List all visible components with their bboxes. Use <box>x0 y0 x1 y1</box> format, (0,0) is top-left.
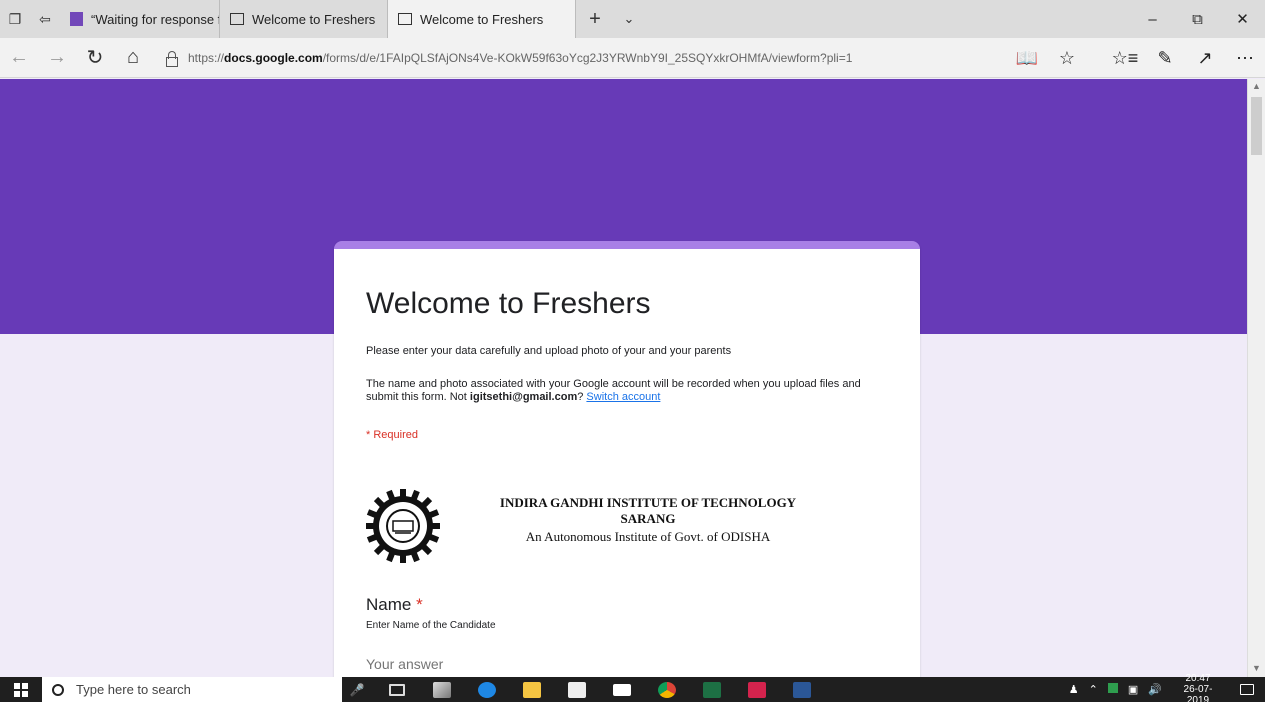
more-icon[interactable]: ⋯ <box>1225 38 1265 78</box>
question-label: Name * <box>366 595 423 615</box>
favorites-list-icon[interactable]: ☆≡ <box>1105 38 1145 78</box>
task-view-icon[interactable] <box>374 677 419 702</box>
system-tray: ♟ ⌃ ▣ 🔊 20:47 26-07-2019 <box>1064 673 1265 702</box>
tab-label: “Waiting for response from <box>91 11 219 27</box>
acrobat-icon[interactable] <box>734 677 779 702</box>
institute-header-image: INDIRA GANDHI INSTITUTE OF TECHNOLOGY SA… <box>364 487 844 577</box>
new-tab-button[interactable]: + <box>576 0 614 38</box>
question-title: Name <box>366 595 412 614</box>
scroll-thumb[interactable] <box>1251 97 1262 155</box>
home-icon[interactable]: ⌂ <box>114 38 152 78</box>
form-title: Welcome to Freshers <box>366 287 651 320</box>
institute-subtitle: An Autonomous Institute of Govt. of ODIS… <box>525 529 771 544</box>
share-icon[interactable]: ↗ <box>1185 38 1225 78</box>
cortana-icon <box>52 683 64 696</box>
tab-welcome-1[interactable]: Welcome to Freshers <box>220 0 388 38</box>
notice-email: igitsethi@gmail.com <box>469 391 578 403</box>
required-note: * Required <box>366 429 418 441</box>
url-scheme: https:// <box>188 50 225 65</box>
browser-tab-bar: ❐ ⇦ “Waiting for response from Welcome t… <box>0 0 1265 38</box>
microphone-icon[interactable]: 🎤 <box>342 677 372 702</box>
start-button[interactable] <box>0 677 42 702</box>
forms-icon <box>70 12 83 26</box>
clock-date: 26-07-2019 <box>1183 684 1213 702</box>
chrome-icon[interactable] <box>644 677 689 702</box>
required-star: * <box>416 595 423 614</box>
back-arrow-icon[interactable]: ← <box>0 38 38 78</box>
windows-taskbar: Type here to search 🎤 ♟ ⌃ ▣ 🔊 20:47 26-0… <box>0 673 1265 702</box>
store-icon[interactable] <box>554 677 599 702</box>
institute-name: INDIRA GANDHI INSTITUTE OF TECHNOLOGY SA… <box>458 495 838 527</box>
scroll-down-icon[interactable]: ▼ <box>1252 663 1261 673</box>
edge-icon[interactable] <box>464 677 509 702</box>
taskbar-search[interactable]: Type here to search <box>42 677 342 702</box>
set-tabs-aside-icon[interactable]: ⇦ <box>30 0 60 38</box>
mail-icon[interactable] <box>599 677 644 702</box>
toolbar-right: 📖 ☆ ☆≡ ✎ ↗ ⋯ <box>1007 38 1265 78</box>
app-tray-icon[interactable] <box>1103 683 1123 696</box>
url-host: docs.google.com <box>224 50 323 65</box>
tab-label: Welcome to Freshers <box>420 11 544 27</box>
tab-welcome-active[interactable]: Welcome to Freshers ✕ <box>388 0 576 38</box>
refresh-icon[interactable]: ↻ <box>76 38 114 78</box>
page-icon <box>230 13 244 25</box>
close-button[interactable]: ✕ <box>1220 0 1265 38</box>
notifications-icon[interactable] <box>1229 677 1265 702</box>
tab-waiting[interactable]: “Waiting for response from <box>60 0 220 38</box>
address-bar: ← → ↻ ⌂ https://docs.google.com/forms/d/… <box>0 38 1265 78</box>
institute-seal-icon <box>366 489 440 563</box>
scrollbar[interactable]: ▲ ▼ <box>1247 79 1265 677</box>
clock[interactable]: 20:47 26-07-2019 <box>1167 673 1229 702</box>
show-hidden-icon[interactable]: ⌃ <box>1084 683 1103 696</box>
page-viewport: Welcome to Freshers Please enter your da… <box>0 79 1247 677</box>
file-explorer-icon[interactable] <box>509 677 554 702</box>
form-card: Welcome to Freshers Please enter your da… <box>334 241 920 677</box>
tab-preview-icon[interactable]: ❐ <box>0 0 30 38</box>
account-notice: The name and photo associated with your … <box>366 378 896 404</box>
page-icon <box>398 13 412 25</box>
search-placeholder: Type here to search <box>76 682 191 697</box>
url-field[interactable]: https://docs.google.com/forms/d/e/1FAIpQ… <box>164 43 964 73</box>
excel-icon[interactable] <box>689 677 734 702</box>
word-icon[interactable] <box>779 677 824 702</box>
people-icon[interactable]: ♟ <box>1064 683 1084 696</box>
restore-button[interactable]: ⧉ <box>1175 0 1220 38</box>
clock-time: 20:47 <box>1185 673 1211 684</box>
pen-icon[interactable]: ✎ <box>1145 38 1185 78</box>
volume-icon[interactable]: 🔊 <box>1143 683 1167 696</box>
institute-name-line2: SARANG <box>620 511 676 526</box>
favorite-star-icon[interactable]: ☆ <box>1047 38 1087 78</box>
name-input[interactable] <box>366 656 636 672</box>
switch-account-link[interactable]: Switch account <box>586 391 660 403</box>
minimize-button[interactable]: – <box>1130 0 1175 38</box>
network-icon[interactable]: ▣ <box>1123 683 1143 696</box>
scroll-up-icon[interactable]: ▲ <box>1252 81 1261 91</box>
tab-label: Welcome to Freshers <box>252 11 376 27</box>
institute-name-line1: INDIRA GANDHI INSTITUTE OF TECHNOLOGY <box>499 495 797 510</box>
form-description: Please enter your data carefully and upl… <box>366 345 732 357</box>
window-controls: – ⧉ ✕ <box>1130 0 1265 38</box>
separator <box>1087 38 1105 78</box>
taskbar-apps <box>374 677 824 702</box>
paint-icon[interactable] <box>419 677 464 702</box>
question-help: Enter Name of the Candidate <box>366 620 496 631</box>
reading-view-icon[interactable]: 📖 <box>1007 38 1047 78</box>
windows-logo-icon <box>14 682 28 697</box>
chevron-down-icon[interactable]: ⌄ <box>614 0 644 38</box>
lock-icon <box>164 50 178 67</box>
forward-arrow-icon[interactable]: → <box>38 38 76 78</box>
url-path: /forms/d/e/1FAIpQLSfAjONs4Ve-KOkW59f63oY… <box>322 50 853 65</box>
